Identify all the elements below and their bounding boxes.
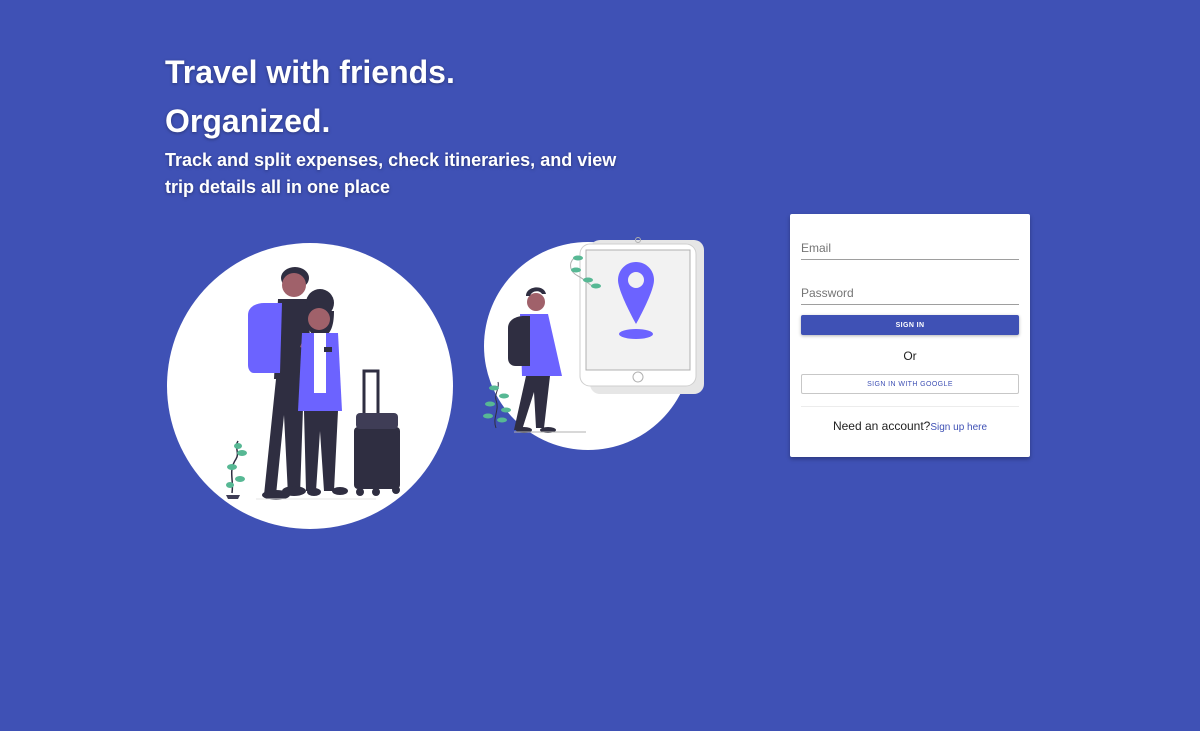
login-card: SIGN IN Or SIGN IN WITH GOOGLE Need an a… <box>790 214 1030 457</box>
divider <box>801 406 1019 407</box>
hero-title: Travel with friends. Organized. <box>165 48 455 146</box>
email-field[interactable] <box>801 237 1019 260</box>
map-illustration <box>483 237 704 450</box>
hero-title-line-2: Organized. <box>165 103 331 139</box>
need-account-text: Need an account? <box>832 419 931 433</box>
tablet-icon <box>579 237 704 394</box>
sign-in-button[interactable]: SIGN IN <box>801 315 1019 335</box>
signup-row: Need an account?Sign up here <box>790 419 1030 433</box>
sign-in-with-google-button[interactable]: SIGN IN WITH GOOGLE <box>801 374 1019 394</box>
page: Travel with friends. Organized. Track an… <box>0 0 1200 731</box>
or-separator: Or <box>903 349 917 363</box>
sign-up-link[interactable]: Sign up here <box>930 422 987 433</box>
hero-title-line-1: Travel with friends. <box>165 54 455 90</box>
hero-subtitle: Track and split expenses, check itinerar… <box>165 150 617 197</box>
travelers-illustration <box>167 243 453 529</box>
password-field[interactable] <box>801 282 1019 305</box>
